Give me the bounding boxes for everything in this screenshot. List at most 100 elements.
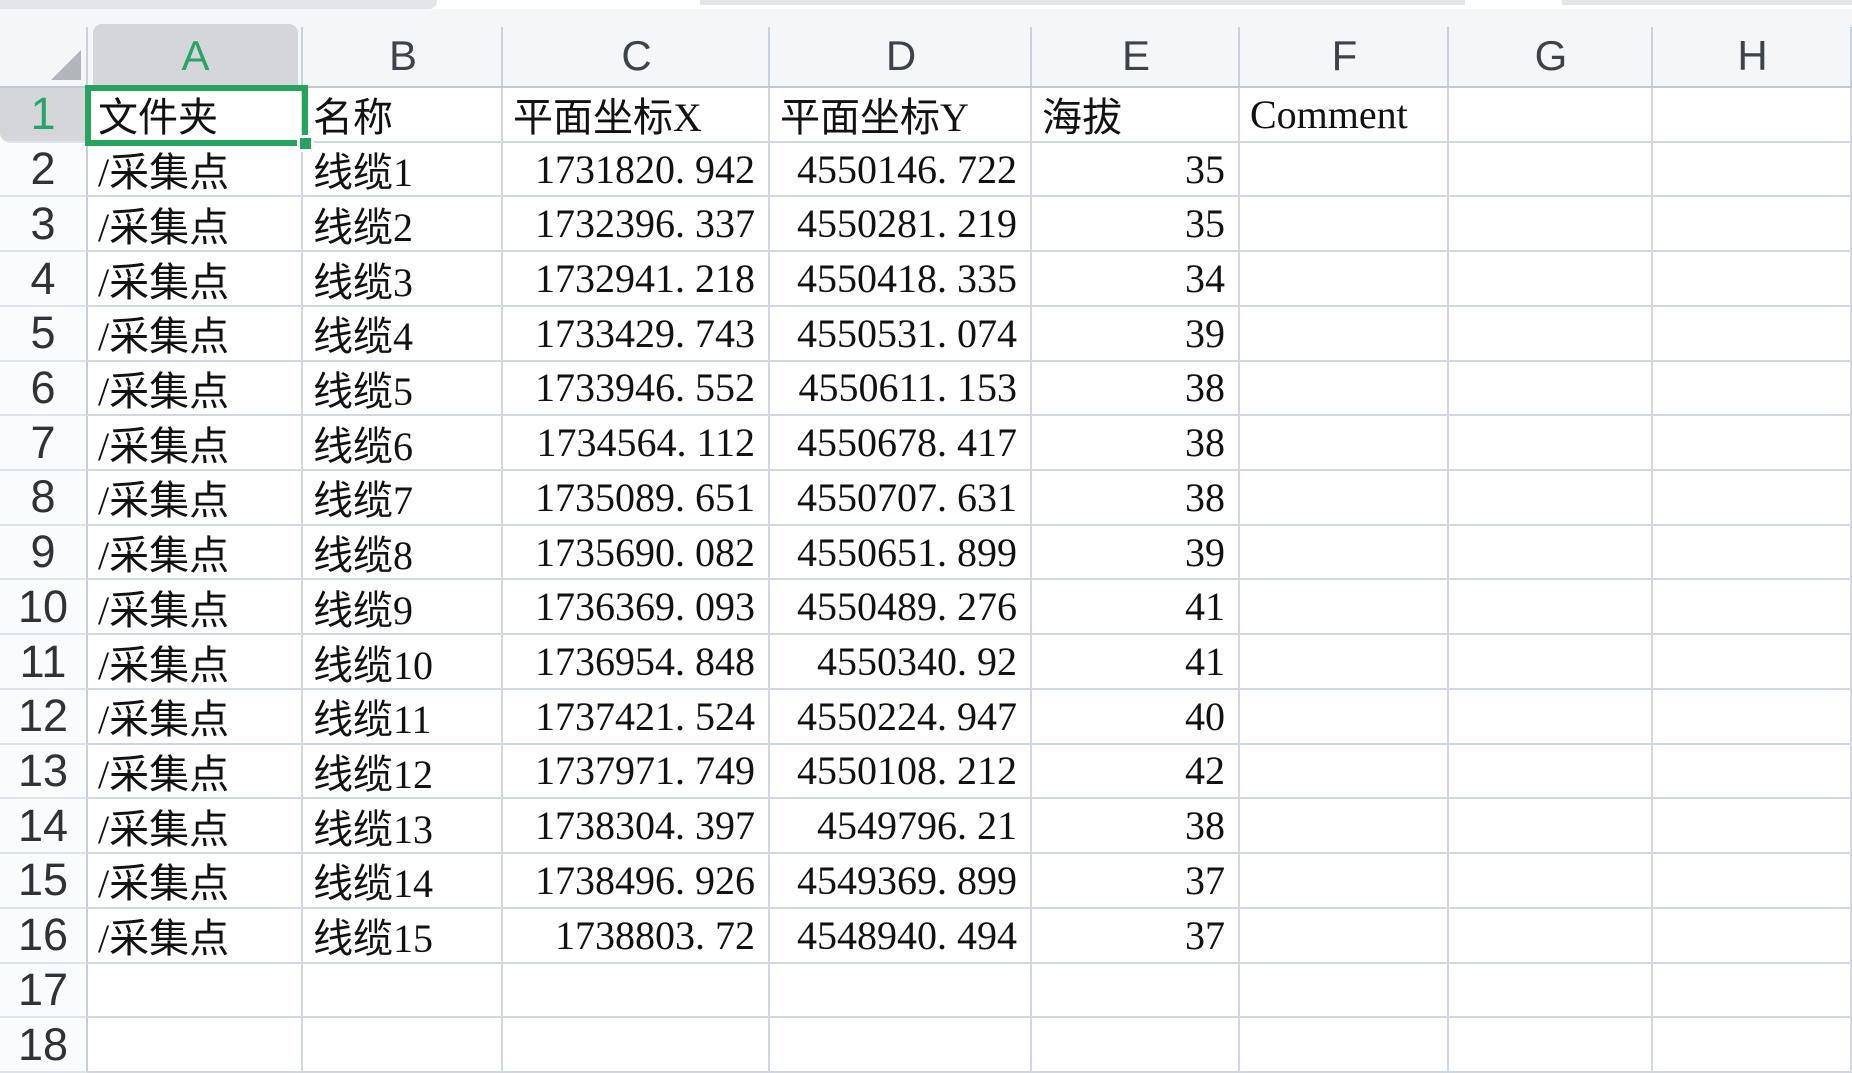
cell-D8[interactable]: 4550707. 631 <box>770 471 1032 526</box>
cell-E12[interactable]: 40 <box>1032 690 1240 745</box>
cell-F7[interactable] <box>1240 416 1449 471</box>
cell-E14[interactable]: 38 <box>1032 799 1240 854</box>
cell-C6[interactable]: 1733946. 552 <box>503 362 770 417</box>
cell-H16[interactable] <box>1653 909 1852 964</box>
row-header-6[interactable]: 6 <box>0 362 88 417</box>
cell-D4[interactable]: 4550418. 335 <box>770 252 1032 307</box>
cell-C10[interactable]: 1736369. 093 <box>503 580 770 635</box>
row-header-14[interactable]: 14 <box>0 799 88 854</box>
cell-G7[interactable] <box>1449 416 1653 471</box>
cell-E1[interactable]: 海拔 <box>1032 88 1240 143</box>
cell-B7[interactable]: 线缆6 <box>303 416 503 471</box>
cell-C1[interactable]: 平面坐标X <box>503 88 770 143</box>
cell-D11[interactable]: 4550340. 92 <box>770 635 1032 690</box>
cell-G4[interactable] <box>1449 252 1653 307</box>
cell-D2[interactable]: 4550146. 722 <box>770 143 1032 198</box>
cell-C3[interactable]: 1732396. 337 <box>503 197 770 252</box>
cell-B6[interactable]: 线缆5 <box>303 362 503 417</box>
cell-F10[interactable] <box>1240 580 1449 635</box>
cell-E2[interactable]: 35 <box>1032 143 1240 198</box>
cell-G12[interactable] <box>1449 690 1653 745</box>
cell-F13[interactable] <box>1240 745 1449 800</box>
cell-H2[interactable] <box>1653 143 1852 198</box>
cell-H8[interactable] <box>1653 471 1852 526</box>
cell-C18[interactable] <box>503 1018 770 1073</box>
row-header-4[interactable]: 4 <box>0 252 88 307</box>
cell-G5[interactable] <box>1449 307 1653 362</box>
cell-G1[interactable] <box>1449 88 1653 143</box>
cell-G11[interactable] <box>1449 635 1653 690</box>
cell-C12[interactable]: 1737421. 524 <box>503 690 770 745</box>
cell-B9[interactable]: 线缆8 <box>303 526 503 581</box>
column-header-H[interactable]: H <box>1653 9 1852 86</box>
cell-A12[interactable]: /采集点 <box>88 690 303 745</box>
cell-B11[interactable]: 线缆10 <box>303 635 503 690</box>
cell-A10[interactable]: /采集点 <box>88 580 303 635</box>
column-header-D[interactable]: D <box>770 9 1032 86</box>
cell-A5[interactable]: /采集点 <box>88 307 303 362</box>
column-header-G[interactable]: G <box>1449 9 1653 86</box>
cell-E6[interactable]: 38 <box>1032 362 1240 417</box>
cell-A17[interactable] <box>88 964 303 1019</box>
cell-H6[interactable] <box>1653 362 1852 417</box>
cell-H3[interactable] <box>1653 197 1852 252</box>
cell-E7[interactable]: 38 <box>1032 416 1240 471</box>
cell-F14[interactable] <box>1240 799 1449 854</box>
cell-E4[interactable]: 34 <box>1032 252 1240 307</box>
cell-A8[interactable]: /采集点 <box>88 471 303 526</box>
cell-A16[interactable]: /采集点 <box>88 909 303 964</box>
cell-A2[interactable]: /采集点 <box>88 143 303 198</box>
cell-H10[interactable] <box>1653 580 1852 635</box>
row-header-18[interactable]: 18 <box>0 1018 88 1073</box>
cell-E16[interactable]: 37 <box>1032 909 1240 964</box>
cell-G3[interactable] <box>1449 197 1653 252</box>
cell-D5[interactable]: 4550531. 074 <box>770 307 1032 362</box>
row-header-1[interactable]: 1 <box>0 88 88 143</box>
cell-H17[interactable] <box>1653 964 1852 1019</box>
cell-C9[interactable]: 1735690. 082 <box>503 526 770 581</box>
cell-H11[interactable] <box>1653 635 1852 690</box>
cell-A11[interactable]: /采集点 <box>88 635 303 690</box>
cell-G16[interactable] <box>1449 909 1653 964</box>
cell-G10[interactable] <box>1449 580 1653 635</box>
cell-A9[interactable]: /采集点 <box>88 526 303 581</box>
column-header-E[interactable]: E <box>1032 9 1240 86</box>
cell-E8[interactable]: 38 <box>1032 471 1240 526</box>
row-header-13[interactable]: 13 <box>0 745 88 800</box>
cell-F18[interactable] <box>1240 1018 1449 1073</box>
cell-B4[interactable]: 线缆3 <box>303 252 503 307</box>
cell-B12[interactable]: 线缆11 <box>303 690 503 745</box>
cell-B17[interactable] <box>303 964 503 1019</box>
cell-F16[interactable] <box>1240 909 1449 964</box>
cell-G2[interactable] <box>1449 143 1653 198</box>
cell-D14[interactable]: 4549796. 21 <box>770 799 1032 854</box>
cell-C14[interactable]: 1738304. 397 <box>503 799 770 854</box>
cell-D10[interactable]: 4550489. 276 <box>770 580 1032 635</box>
cell-A7[interactable]: /采集点 <box>88 416 303 471</box>
cell-B1[interactable]: 名称 <box>303 88 503 143</box>
fill-handle[interactable] <box>297 135 314 152</box>
cell-F17[interactable] <box>1240 964 1449 1019</box>
cell-C11[interactable]: 1736954. 848 <box>503 635 770 690</box>
cell-D15[interactable]: 4549369. 899 <box>770 854 1032 909</box>
cell-D7[interactable]: 4550678. 417 <box>770 416 1032 471</box>
row-header-3[interactable]: 3 <box>0 197 88 252</box>
cell-H15[interactable] <box>1653 854 1852 909</box>
cell-B10[interactable]: 线缆9 <box>303 580 503 635</box>
cell-C8[interactable]: 1735089. 651 <box>503 471 770 526</box>
cell-B15[interactable]: 线缆14 <box>303 854 503 909</box>
cell-B3[interactable]: 线缆2 <box>303 197 503 252</box>
cell-C5[interactable]: 1733429. 743 <box>503 307 770 362</box>
cell-E3[interactable]: 35 <box>1032 197 1240 252</box>
cell-F11[interactable] <box>1240 635 1449 690</box>
cell-E9[interactable]: 39 <box>1032 526 1240 581</box>
cell-B13[interactable]: 线缆12 <box>303 745 503 800</box>
column-header-B[interactable]: B <box>303 9 503 86</box>
cell-F3[interactable] <box>1240 197 1449 252</box>
cell-C17[interactable] <box>503 964 770 1019</box>
row-header-16[interactable]: 16 <box>0 909 88 964</box>
cell-F15[interactable] <box>1240 854 1449 909</box>
cell-C7[interactable]: 1734564. 112 <box>503 416 770 471</box>
column-header-A[interactable]: A <box>88 9 303 86</box>
cell-C15[interactable]: 1738496. 926 <box>503 854 770 909</box>
